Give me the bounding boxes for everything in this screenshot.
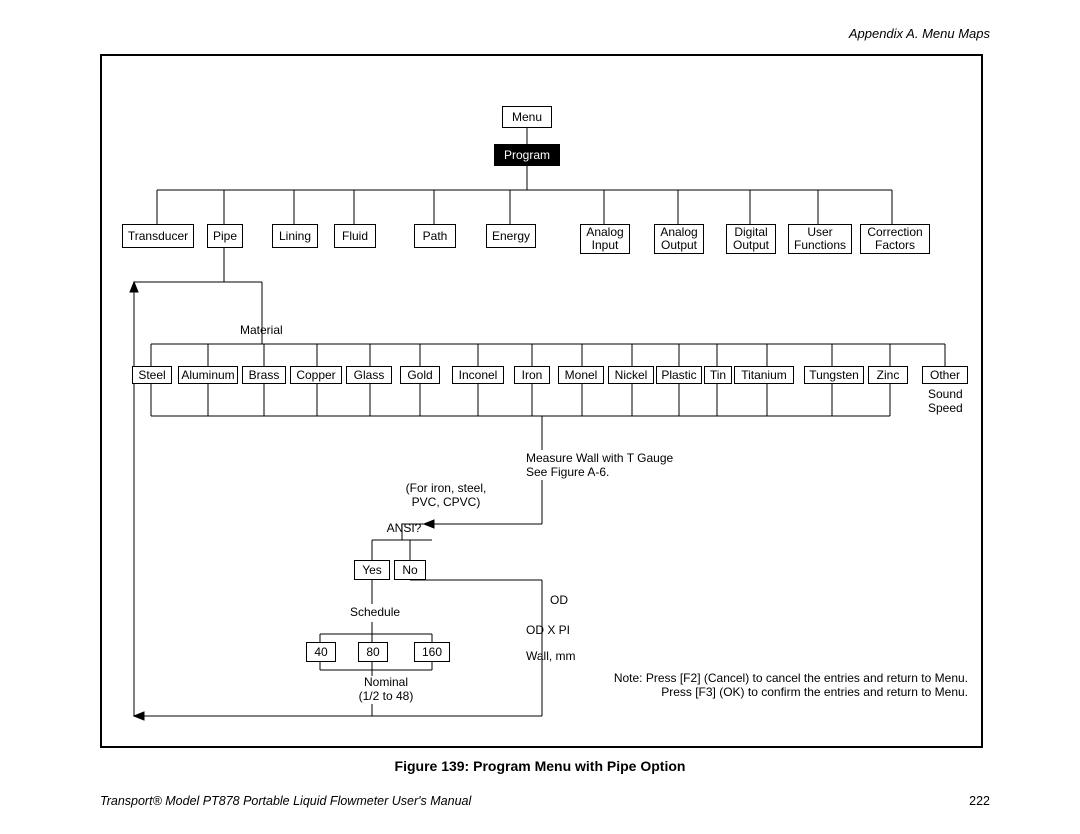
wall-label: Wall, mm	[526, 650, 576, 664]
measure-wall-label: Measure Wall with T Gauge See Figure A-6…	[526, 452, 673, 480]
row1-digital-output: Digital Output	[726, 224, 776, 254]
diagram-frame: Menu Program Transducer Pipe Lining Flui…	[100, 54, 983, 748]
mat-tin: Tin	[704, 366, 732, 384]
mat-titanium: Titanium	[734, 366, 794, 384]
row1-energy: Energy	[486, 224, 536, 248]
footer-right: 222	[969, 794, 990, 808]
row1-pipe: Pipe	[207, 224, 243, 248]
mat-nickel: Nickel	[608, 366, 654, 384]
mat-tungsten: Tungsten	[804, 366, 864, 384]
mat-steel: Steel	[132, 366, 172, 384]
odxpi-label: OD X PI	[526, 624, 570, 638]
sched-40: 40	[306, 642, 336, 662]
sched-80: 80	[358, 642, 388, 662]
mat-monel: Monel	[558, 366, 604, 384]
row1-fluid: Fluid	[334, 224, 376, 248]
mat-iron: Iron	[514, 366, 550, 384]
mat-zinc: Zinc	[868, 366, 908, 384]
ansi-label: ANSI?	[382, 522, 426, 536]
material-label: Material	[240, 324, 283, 338]
sound-speed-label: Sound Speed	[928, 388, 963, 416]
row1-lining: Lining	[272, 224, 318, 248]
row1-path: Path	[414, 224, 456, 248]
note-text: Note: Press [F2] (Cancel) to cancel the …	[588, 672, 968, 700]
sched-160: 160	[414, 642, 450, 662]
row1-analog-output: Analog Output	[654, 224, 704, 254]
figure-caption: Figure 139: Program Menu with Pipe Optio…	[0, 758, 1080, 774]
row1-user-functions: User Functions	[788, 224, 852, 254]
ansi-yes: Yes	[354, 560, 390, 580]
ansi-no: No	[394, 560, 426, 580]
row1-transducer: Transducer	[122, 224, 194, 248]
program-node: Program	[494, 144, 560, 166]
row1-correction-factors: Correction Factors	[860, 224, 930, 254]
menu-node: Menu	[502, 106, 552, 128]
row1-analog-input: Analog Input	[580, 224, 630, 254]
mat-gold: Gold	[400, 366, 440, 384]
nominal-label: Nominal (1/2 to 48)	[346, 676, 426, 704]
mat-other: Other	[922, 366, 968, 384]
schedule-label: Schedule	[350, 606, 400, 620]
for-iron-label: (For iron, steel, PVC, CPVC)	[386, 482, 506, 510]
od-label: OD	[550, 594, 568, 608]
mat-glass: Glass	[346, 366, 392, 384]
footer-left: Transport® Model PT878 Portable Liquid F…	[100, 794, 471, 808]
mat-plastic: Plastic	[656, 366, 702, 384]
mat-copper: Copper	[290, 366, 342, 384]
mat-aluminum: Aluminum	[178, 366, 238, 384]
appendix-label: Appendix A. Menu Maps	[849, 26, 990, 41]
mat-inconel: Inconel	[452, 366, 504, 384]
mat-brass: Brass	[242, 366, 286, 384]
